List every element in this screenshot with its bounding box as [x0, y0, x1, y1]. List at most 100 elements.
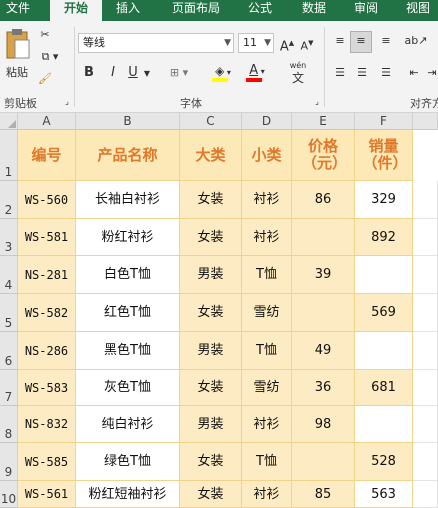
- data-cell[interactable]: 雪纺: [242, 370, 292, 406]
- dialog-launcher-icon[interactable]: ⌟: [312, 97, 322, 107]
- data-cell[interactable]: [292, 219, 355, 256]
- column-header[interactable]: F: [355, 113, 413, 130]
- paste-button[interactable]: 粘贴: [2, 27, 32, 87]
- tab-home[interactable]: 开始: [50, 0, 102, 21]
- italic-button[interactable]: I: [104, 63, 122, 83]
- data-cell[interactable]: WS-561: [18, 481, 76, 508]
- middle-align-button[interactable]: ≡: [350, 31, 372, 53]
- row-header[interactable]: 6: [0, 332, 18, 370]
- data-cell[interactable]: 563: [355, 481, 413, 508]
- data-cell[interactable]: T恤: [242, 332, 292, 370]
- data-cell[interactable]: 衬衫: [242, 406, 292, 443]
- row-header[interactable]: 8: [0, 406, 18, 443]
- empty-cell[interactable]: [413, 256, 438, 294]
- data-cell[interactable]: NS-281: [18, 256, 76, 294]
- row-header[interactable]: 7: [0, 370, 18, 406]
- column-header[interactable]: C: [180, 113, 242, 130]
- data-cell[interactable]: 569: [355, 294, 413, 332]
- data-cell[interactable]: 男装: [180, 332, 242, 370]
- top-align-button[interactable]: ≡: [330, 31, 350, 51]
- row-header[interactable]: 4: [0, 256, 18, 294]
- empty-cell[interactable]: [413, 443, 438, 481]
- data-cell[interactable]: [355, 332, 413, 370]
- tab-insert[interactable]: 插入: [108, 0, 148, 21]
- font-name-combo[interactable]: 等线 ▼: [78, 33, 234, 53]
- empty-cell[interactable]: [413, 370, 438, 406]
- data-cell[interactable]: 女装: [180, 443, 242, 481]
- data-cell[interactable]: NS-832: [18, 406, 76, 443]
- data-cell[interactable]: 衬衫: [242, 219, 292, 256]
- row-header[interactable]: 9: [0, 443, 18, 481]
- font-size-combo[interactable]: 11 ▼: [238, 33, 274, 53]
- tab-data[interactable]: 数据: [292, 0, 336, 21]
- header-cell[interactable]: 小类: [242, 130, 292, 181]
- data-cell[interactable]: 长袖白衬衫: [76, 181, 180, 219]
- data-cell[interactable]: 女装: [180, 181, 242, 219]
- data-cell[interactable]: 女装: [180, 370, 242, 406]
- data-cell[interactable]: [355, 256, 413, 294]
- align-right-button[interactable]: ☰: [376, 63, 396, 83]
- data-cell[interactable]: 39: [292, 256, 355, 294]
- chevron-down-icon[interactable]: ▼: [142, 65, 152, 83]
- data-cell[interactable]: WS-582: [18, 294, 76, 332]
- data-cell[interactable]: 男装: [180, 406, 242, 443]
- borders-button[interactable]: ⊞ ▾: [166, 63, 192, 83]
- data-cell[interactable]: WS-560: [18, 181, 76, 219]
- data-cell[interactable]: 黑色T恤: [76, 332, 180, 370]
- data-cell[interactable]: 女装: [180, 294, 242, 332]
- data-cell[interactable]: 白色T恤: [76, 256, 180, 294]
- data-cell[interactable]: 女装: [180, 481, 242, 508]
- header-cell[interactable]: 编号: [18, 130, 76, 181]
- row-header[interactable]: 3: [0, 219, 18, 256]
- empty-cell[interactable]: [413, 181, 438, 219]
- increase-font-button[interactable]: A▲: [278, 33, 296, 54]
- decrease-indent-button[interactable]: ⇤: [404, 63, 424, 83]
- underline-button[interactable]: U: [124, 63, 142, 83]
- copy-button[interactable]: ⧉ ▾: [36, 47, 64, 65]
- empty-cell[interactable]: [413, 294, 438, 332]
- tab-page-layout[interactable]: 页面布局: [160, 0, 232, 21]
- data-cell[interactable]: [292, 294, 355, 332]
- data-cell[interactable]: NS-286: [18, 332, 76, 370]
- header-cell[interactable]: 销量（件）: [355, 130, 413, 181]
- tab-file[interactable]: 文件: [0, 0, 36, 21]
- row-header[interactable]: 5: [0, 294, 18, 332]
- data-cell[interactable]: 纯白衬衫: [76, 406, 180, 443]
- empty-cell[interactable]: [413, 406, 438, 443]
- row-header[interactable]: 2: [0, 181, 18, 219]
- data-cell[interactable]: 98: [292, 406, 355, 443]
- align-left-button[interactable]: ☰: [330, 63, 350, 83]
- bottom-align-button[interactable]: ≡: [376, 31, 396, 51]
- empty-cell[interactable]: [413, 481, 438, 508]
- data-cell[interactable]: 85: [292, 481, 355, 508]
- cut-button[interactable]: ✂: [36, 25, 54, 43]
- data-cell[interactable]: 绿色T恤: [76, 443, 180, 481]
- data-cell[interactable]: [292, 443, 355, 481]
- data-cell[interactable]: T恤: [242, 443, 292, 481]
- column-header[interactable]: A: [18, 113, 76, 130]
- data-cell[interactable]: 粉红短袖衬衫: [76, 481, 180, 508]
- header-cell[interactable]: 产品名称: [76, 130, 180, 181]
- column-header[interactable]: E: [292, 113, 355, 130]
- header-cell[interactable]: 大类: [180, 130, 242, 181]
- data-cell[interactable]: 681: [355, 370, 413, 406]
- data-cell[interactable]: 86: [292, 181, 355, 219]
- data-cell[interactable]: WS-581: [18, 219, 76, 256]
- bold-button[interactable]: B: [80, 63, 98, 83]
- empty-cell[interactable]: [413, 332, 438, 370]
- tab-review[interactable]: 审阅: [346, 0, 386, 21]
- data-cell[interactable]: 衬衫: [242, 481, 292, 508]
- row-header[interactable]: 1: [0, 130, 18, 181]
- data-cell[interactable]: 灰色T恤: [76, 370, 180, 406]
- data-cell[interactable]: 892: [355, 219, 413, 256]
- data-cell[interactable]: 红色T恤: [76, 294, 180, 332]
- phonetic-guide-button[interactable]: wén 文: [284, 59, 312, 87]
- data-cell[interactable]: 528: [355, 443, 413, 481]
- align-center-button[interactable]: ☰: [352, 63, 372, 83]
- empty-cell[interactable]: [413, 219, 438, 256]
- column-header[interactable]: D: [242, 113, 292, 130]
- data-cell[interactable]: T恤: [242, 256, 292, 294]
- data-cell[interactable]: 女装: [180, 219, 242, 256]
- data-cell[interactable]: 粉红衬衫: [76, 219, 180, 256]
- data-cell[interactable]: WS-585: [18, 443, 76, 481]
